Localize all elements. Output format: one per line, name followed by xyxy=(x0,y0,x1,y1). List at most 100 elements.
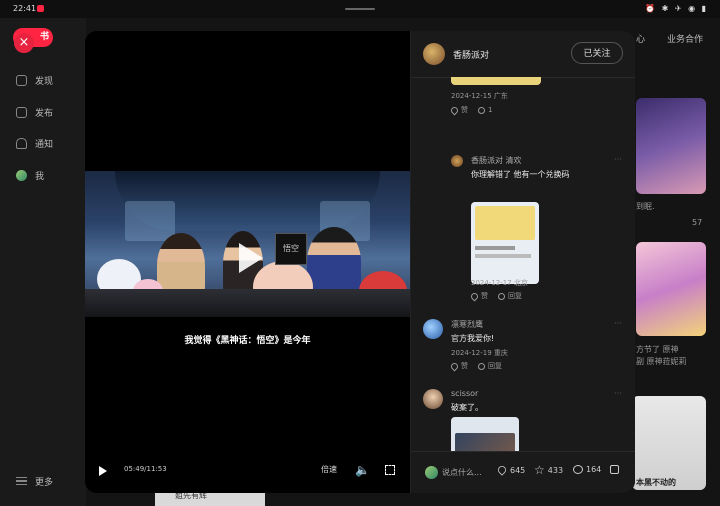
comment-list[interactable]: 2024-12-15 广东 赞 1 香肠派对 清欢 ··· 你理解错了 他有一个… xyxy=(411,77,635,451)
reply-button[interactable]: 回复 xyxy=(498,291,522,301)
volume-icon[interactable]: 🔈 xyxy=(355,463,370,477)
comment-actions: 赞 1 xyxy=(449,105,492,115)
video-frame[interactable]: 悟空 xyxy=(85,171,410,317)
close-button[interactable]: × xyxy=(14,33,34,53)
feed-card-title[interactable]: 到眠. xyxy=(636,201,655,213)
comment-author[interactable]: scissor xyxy=(451,389,478,398)
plus-square-icon xyxy=(16,106,27,118)
comment-image[interactable] xyxy=(471,202,539,284)
comment-avatar[interactable] xyxy=(423,319,443,339)
reply-count-button[interactable]: 1 xyxy=(478,105,492,115)
sidebar-item-discover[interactable]: 发现 xyxy=(16,72,53,88)
avatar xyxy=(16,169,27,181)
comment-text: 你理解错了 他有一个兑换码 xyxy=(471,170,570,179)
comment-button[interactable]: 164 xyxy=(573,465,601,474)
comment-author[interactable]: 凛寒烈鹰 xyxy=(451,319,483,330)
like-button[interactable]: 赞 xyxy=(449,105,468,115)
like-label: 赞 xyxy=(481,292,488,300)
screenshot-content xyxy=(475,206,535,240)
sidebar-item-publish[interactable]: 发布 xyxy=(16,104,53,120)
comment-actions: 赞 回复 xyxy=(449,361,502,371)
bubble-icon xyxy=(478,106,485,114)
comment-text: 破案了。 xyxy=(451,403,483,412)
comment-text: 官方我爱你! xyxy=(451,334,495,343)
screenshot-content xyxy=(475,254,531,258)
screenshot-content xyxy=(455,433,515,451)
comment-icon xyxy=(573,465,583,474)
avatar xyxy=(425,466,438,479)
sidebar-item-label: 发现 xyxy=(35,76,54,87)
comment-avatar[interactable] xyxy=(423,389,443,409)
feed-card-likes: 57 xyxy=(692,218,703,227)
video-time: 05:49/11:53 xyxy=(124,465,167,473)
nav-link-business[interactable]: 业务合作 xyxy=(667,32,703,45)
heart-icon xyxy=(469,291,480,301)
comment-input-bar: 说点什么... 645 ☆ 433 164 xyxy=(411,451,635,493)
status-time: 22:41 xyxy=(13,4,37,13)
bubble-icon xyxy=(478,362,485,370)
screenshot-content xyxy=(475,246,515,250)
like-button[interactable]: 645 xyxy=(496,464,526,476)
comment-actions: 赞 回复 xyxy=(469,291,522,301)
star-icon: ☆ xyxy=(534,463,545,477)
like-button[interactable]: 赞 xyxy=(469,291,488,301)
play-pause-button[interactable] xyxy=(99,466,107,476)
feed-card-title[interactable]: 副 原神菈妮莉 xyxy=(636,356,687,368)
share-icon xyxy=(610,465,619,474)
more-icon[interactable]: ··· xyxy=(614,319,622,328)
comment-avatar[interactable] xyxy=(451,155,463,167)
fullscreen-icon[interactable] xyxy=(385,465,395,475)
sidebar-item-label: 发布 xyxy=(35,108,54,119)
collect-button[interactable]: ☆ 433 xyxy=(534,463,564,477)
status-icons: ⏰ ✱ ✈ ◉ ▮ xyxy=(645,4,708,13)
sidebar-item-notifications[interactable]: 通知 xyxy=(16,135,53,151)
panel-header: 香肠派对 已关注 xyxy=(411,31,635,78)
host-figure xyxy=(157,233,205,297)
reply-count: 1 xyxy=(488,106,493,114)
author-name[interactable]: 香肠派对 xyxy=(453,48,489,61)
comment-author[interactable]: 香肠派对 清欢 xyxy=(471,155,522,166)
nav-link-center[interactable]: 心 xyxy=(636,32,645,45)
comment-input[interactable]: 说点什么... xyxy=(442,467,482,478)
comment-date: 2024-12-19 重庆 xyxy=(451,349,508,357)
video-player[interactable]: 悟空 我觉得《黑神话：悟空》是今年 05:49/11:53 倍速 🔈 xyxy=(85,31,410,493)
heart-icon xyxy=(449,105,460,115)
comment-image[interactable] xyxy=(451,417,519,451)
like-button[interactable]: 赞 xyxy=(449,361,468,371)
sidebar-item-more[interactable]: 更多 xyxy=(16,473,53,489)
more-icon[interactable]: ··· xyxy=(614,389,622,398)
feed-card-overlay-text: 本黑不动的 xyxy=(636,478,676,487)
sidebar-item-label: 更多 xyxy=(35,477,54,488)
studio-screen xyxy=(125,201,175,241)
reply-label: 回复 xyxy=(488,362,502,370)
status-bar: 22:41 ⏰ ✱ ✈ ◉ ▮ xyxy=(0,0,720,18)
feed-card-image[interactable] xyxy=(636,242,706,336)
feed-card-image[interactable] xyxy=(636,98,706,194)
feed-card-image[interactable] xyxy=(632,396,706,490)
sidebar-item-label: 我 xyxy=(35,171,45,182)
like-label: 赞 xyxy=(461,362,468,370)
author-avatar[interactable] xyxy=(423,43,445,65)
comment-image[interactable] xyxy=(451,77,541,85)
sidebar-item-me[interactable]: 我 xyxy=(16,167,44,183)
comment-count: 164 xyxy=(586,465,602,474)
like-label: 赞 xyxy=(461,106,468,114)
note-detail-modal: 悟空 我觉得《黑神话：悟空》是今年 05:49/11:53 倍速 🔈 香肠派对 … xyxy=(85,31,635,493)
comment-date: 2024-12-17 北京 xyxy=(471,279,528,287)
heart-icon xyxy=(449,361,460,371)
feed-card-title[interactable]: 方节了 原神 xyxy=(636,344,679,356)
follow-button[interactable]: 已关注 xyxy=(571,42,623,64)
share-button[interactable] xyxy=(610,465,619,474)
collect-count: 433 xyxy=(547,465,564,475)
menu-icon xyxy=(16,477,27,485)
more-icon[interactable]: ··· xyxy=(614,155,622,164)
comment-panel: 香肠派对 已关注 2024-12-15 广东 赞 1 香肠派对 清欢 ··· 你… xyxy=(410,31,635,493)
play-icon[interactable] xyxy=(239,243,263,273)
game-logo-badge: 悟空 xyxy=(275,233,307,265)
app-notification-icon xyxy=(37,5,44,12)
video-controls: 05:49/11:53 倍速 🔈 xyxy=(85,459,410,483)
reply-button[interactable]: 回复 xyxy=(478,361,502,371)
like-count: 645 xyxy=(510,465,526,475)
playback-speed-button[interactable]: 倍速 xyxy=(321,464,337,475)
bubble-icon xyxy=(498,292,505,300)
